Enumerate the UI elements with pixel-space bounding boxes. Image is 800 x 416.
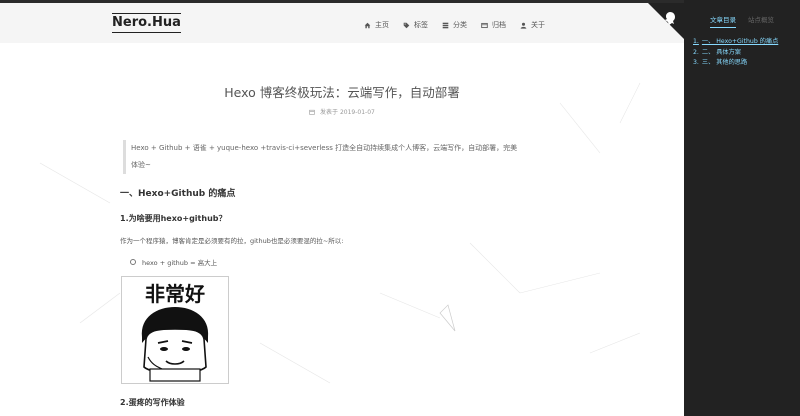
tag-icon [403,22,410,29]
toc-item[interactable]: 3. 三、 其他的思路 [693,58,778,69]
nav-home-label: 主页 [375,21,389,29]
post-meta-label: 发表于 [320,109,339,116]
sidebar: 文章目录 站点概览 1. 一、 Hexo+Github 的痛点 2. 二、 具体方案… [684,0,800,416]
list-item: hexo + github = 高大上 [130,257,217,267]
toc-item[interactable]: 2. 二、 具体方案 [693,48,778,59]
quote-line: 体验~ [131,161,151,169]
toc-num: 2. [693,48,699,56]
main-nav: 主页 标签 分类 归档 关于 [364,20,559,30]
paragraph: 作为一个程序猿，博客肯定是必须要有的拉，github也是必须要混的拉~所以: [120,237,344,245]
toc-label: 二、 具体方案 [701,48,741,56]
toc-label: 三、 其他的思路 [701,59,748,66]
list-item-text: hexo + github = 高大上 [142,259,218,267]
archive-icon [481,22,488,29]
nav-archives-label: 归档 [492,21,506,29]
toc-num: 3. [693,59,699,66]
bullet-circle-icon [130,259,136,265]
tab-toc[interactable]: 文章目录 [710,14,736,28]
sidebar-tabs: 文章目录 站点概览 [684,14,800,28]
grid-icon [442,22,449,29]
home-icon [364,22,371,29]
nav-archives[interactable]: 归档 [481,20,506,30]
post-date: 2019-01-07 [339,109,375,116]
calendar-icon [309,109,315,115]
toc-item[interactable]: 1. 一、 Hexo+Github 的痛点 [693,37,778,48]
toc-label: 一、 Hexo+Github 的痛点 [701,38,779,45]
subsection-heading: 1.为啥要用hexo+github？ [120,214,227,223]
nav-about[interactable]: 关于 [520,20,545,30]
nav-categories[interactable]: 分类 [442,20,467,30]
post-title: Hexo 博客终极玩法：云端写作，自动部署 [224,85,460,100]
user-icon [520,22,527,29]
meme-image: 非常好 [121,276,229,384]
section-heading: 一、Hexo+Github 的痛点 [120,189,236,199]
nav-about-label: 关于 [531,21,545,29]
site-header: Nero.Hua 主页 标签 分类 归档 关于 [0,3,684,43]
nav-tags[interactable]: 标签 [403,20,428,30]
nav-tags-label: 标签 [414,21,428,29]
meme-caption: 非常好 [145,282,205,306]
tab-overview[interactable]: 站点概览 [748,14,774,28]
post-meta: 发表于 2019-01-07 [0,107,684,116]
site-brand[interactable]: Nero.Hua [112,13,181,33]
nav-categories-label: 分类 [453,21,467,29]
toc-num: 1. [693,38,699,45]
post-summary-quote: Hexo + Github + 语雀 + yuque-hexo +travis-… [123,140,561,174]
github-corner-icon[interactable] [648,3,684,39]
nav-home[interactable]: 主页 [364,20,389,30]
subsection-heading: 2.蛋疼的写作体验 [120,398,185,407]
toc-list: 1. 一、 Hexo+Github 的痛点 2. 二、 具体方案 3. 三、 其他的思… [693,37,778,69]
quote-line: Hexo + Github + 语雀 + yuque-hexo +travis-… [131,144,518,152]
